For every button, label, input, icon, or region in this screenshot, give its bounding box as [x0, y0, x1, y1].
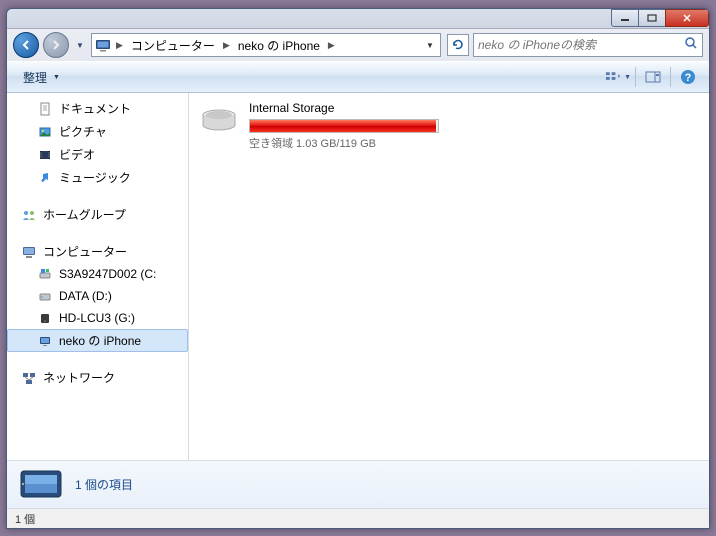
sidebar-item-label: neko の iPhone — [59, 332, 141, 349]
sidebar-item-label: ビデオ — [59, 146, 95, 163]
body: ドキュメント ピクチャ ビデオ ミュージック ホームグループ — [7, 93, 709, 460]
view-options-button[interactable]: ▼ — [605, 65, 631, 89]
status-bar: 1 個 — [7, 508, 709, 528]
device-icon — [37, 333, 53, 349]
address-dropdown[interactable]: ▼ — [422, 34, 438, 56]
sidebar[interactable]: ドキュメント ピクチャ ビデオ ミュージック ホームグループ — [7, 93, 189, 460]
search-icon[interactable] — [684, 36, 698, 55]
toolbar-separator — [635, 67, 636, 87]
sidebar-item-label: ネットワーク — [43, 369, 115, 386]
details-count: 1 個の項目 — [75, 476, 133, 493]
tree-spacer — [7, 226, 188, 240]
maximize-button[interactable] — [638, 9, 666, 27]
search-input[interactable] — [478, 38, 684, 52]
sidebar-item-label: ピクチャ — [59, 123, 107, 140]
document-icon — [37, 101, 53, 117]
hdd-icon — [37, 288, 53, 304]
breadcrumb-device[interactable]: neko の iPhone — [234, 34, 324, 56]
sidebar-item-music[interactable]: ミュージック — [7, 166, 188, 189]
picture-icon — [37, 124, 53, 140]
svg-text:?: ? — [685, 72, 692, 84]
network-icon — [21, 370, 37, 386]
toolbar: 整理 ▼ ▼ ? — [7, 61, 709, 93]
organize-button[interactable]: 整理 ▼ — [15, 66, 68, 89]
homegroup-icon — [21, 207, 37, 223]
breadcrumb-sep-1[interactable]: ▶ — [221, 34, 232, 56]
sidebar-item-label: ホームグループ — [43, 206, 126, 223]
explorer-window: ▼ ▶ コンピューター ▶ neko の iPhone ▶ ▼ 整理 ▼ — [6, 8, 710, 529]
sidebar-item-label: S3A9247D002 (C: — [59, 267, 156, 281]
chevron-down-icon: ▼ — [624, 74, 631, 81]
sidebar-item-label: DATA (D:) — [59, 289, 112, 303]
main-content[interactable]: Internal Storage 空き領域 1.03 GB/119 GB — [189, 93, 709, 460]
sidebar-item-iphone[interactable]: neko の iPhone — [7, 329, 188, 352]
sidebar-item-videos[interactable]: ビデオ — [7, 143, 188, 166]
tree-spacer — [7, 189, 188, 203]
refresh-button[interactable] — [447, 34, 469, 56]
nav-history-dropdown[interactable]: ▼ — [73, 36, 87, 54]
sidebar-item-label: ドキュメント — [59, 100, 131, 117]
storage-info: Internal Storage 空き領域 1.03 GB/119 GB — [249, 101, 699, 151]
sidebar-item-label: HD-LCU3 (G:) — [59, 311, 135, 325]
details-pane: 1 個の項目 — [7, 460, 709, 508]
address-bar[interactable]: ▶ コンピューター ▶ neko の iPhone ▶ ▼ — [91, 33, 441, 57]
sidebar-computer[interactable]: コンピューター — [7, 240, 188, 263]
storage-free-text: 空き領域 1.03 GB/119 GB — [249, 135, 699, 151]
storage-usage-bar — [249, 119, 439, 133]
search-box[interactable] — [473, 33, 703, 57]
sidebar-item-pictures[interactable]: ピクチャ — [7, 120, 188, 143]
organize-label: 整理 — [23, 69, 47, 86]
sidebar-network[interactable]: ネットワーク — [7, 366, 188, 389]
hdd-windows-icon — [37, 266, 53, 282]
sidebar-item-drive-g[interactable]: HD-LCU3 (G:) — [7, 307, 188, 329]
forward-button[interactable] — [43, 32, 69, 58]
sidebar-item-label: ミュージック — [59, 169, 131, 186]
sidebar-item-documents[interactable]: ドキュメント — [7, 97, 188, 120]
minimize-button[interactable] — [611, 9, 639, 27]
window-controls — [612, 9, 709, 27]
computer-icon — [21, 244, 37, 260]
device-large-icon — [17, 467, 65, 503]
breadcrumb-sep-2[interactable]: ▶ — [326, 34, 337, 56]
breadcrumb-computer[interactable]: コンピューター — [127, 34, 219, 56]
storage-name: Internal Storage — [249, 101, 699, 115]
preview-pane-button[interactable] — [640, 65, 666, 89]
back-button[interactable] — [13, 32, 39, 58]
titlebar[interactable] — [7, 9, 709, 29]
sidebar-item-drive-c[interactable]: S3A9247D002 (C: — [7, 263, 188, 285]
tree-spacer — [7, 403, 188, 417]
device-icon — [94, 36, 112, 54]
toolbar-separator — [670, 67, 671, 87]
storage-usage-fill — [250, 120, 436, 132]
music-icon — [37, 170, 53, 186]
sidebar-item-label: コンピューター — [43, 243, 127, 260]
help-button[interactable]: ? — [675, 65, 701, 89]
tree-spacer — [7, 389, 188, 403]
status-text: 1 個 — [15, 511, 35, 527]
chevron-down-icon: ▼ — [53, 74, 60, 81]
storage-item[interactable]: Internal Storage 空き領域 1.03 GB/119 GB — [199, 101, 699, 151]
close-button[interactable] — [665, 9, 709, 27]
tree-spacer — [7, 352, 188, 366]
hdd-external-icon — [37, 310, 53, 326]
internal-storage-icon — [199, 101, 239, 141]
video-icon — [37, 147, 53, 163]
nav-row: ▼ ▶ コンピューター ▶ neko の iPhone ▶ ▼ — [7, 29, 709, 61]
sidebar-item-drive-d[interactable]: DATA (D:) — [7, 285, 188, 307]
breadcrumb-sep-root[interactable]: ▶ — [114, 34, 125, 56]
sidebar-homegroup[interactable]: ホームグループ — [7, 203, 188, 226]
